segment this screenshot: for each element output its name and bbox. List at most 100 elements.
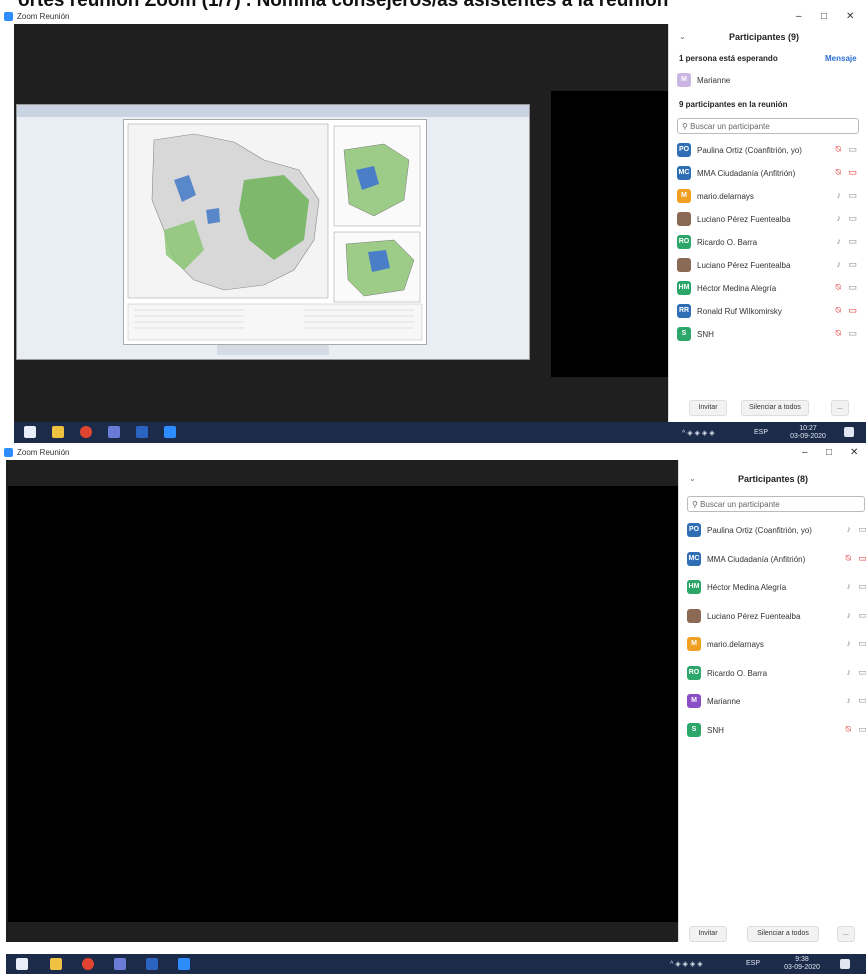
teams-icon[interactable] — [114, 958, 126, 970]
close-icon[interactable]: ✕ — [850, 447, 858, 458]
mute-all-button[interactable]: Silenciar a todos — [741, 400, 809, 416]
more-button[interactable]: ... — [831, 400, 849, 416]
participant-search-input[interactable]: ⚲ Buscar un participante — [677, 118, 859, 134]
file-explorer-icon[interactable] — [52, 426, 64, 438]
camera-icon[interactable]: ▭ — [858, 667, 866, 678]
viewer-navigation-bar[interactable] — [217, 345, 329, 355]
maximize-icon[interactable]: □ — [821, 11, 827, 22]
microphone-icon[interactable]: ♪ — [837, 259, 842, 269]
microphone-icon[interactable]: ♪ — [847, 695, 852, 705]
teams-icon[interactable] — [108, 426, 120, 438]
microphone-icon[interactable]: ♪ — [837, 213, 842, 223]
participant-row[interactable]: Luciano Pérez Fuentealba ♪ ▭ — [677, 257, 859, 275]
microphone-muted-icon[interactable]: ⍉ — [836, 328, 841, 339]
microphone-icon[interactable]: ♪ — [847, 610, 852, 620]
camera-icon[interactable]: ▭ — [848, 236, 857, 247]
camera-icon[interactable]: ▭ — [848, 213, 857, 224]
microphone-icon[interactable]: ♪ — [847, 581, 852, 591]
participant-row[interactable]: Luciano Pérez Fuentealba ♪ ▭ — [687, 608, 866, 626]
avatar: M — [687, 637, 701, 651]
camera-icon[interactable]: ▭ — [848, 190, 857, 201]
participant-row[interactable]: PO Paulina Ortiz (Coanfitrión, yo) ♪ ▭ — [687, 522, 866, 540]
camera-icon[interactable]: ▭ — [848, 282, 857, 293]
avatar — [687, 608, 701, 623]
notifications-icon[interactable] — [844, 427, 854, 437]
microphone-muted-icon[interactable]: ⍉ — [846, 724, 851, 735]
notifications-icon[interactable] — [840, 959, 850, 969]
participant-row[interactable]: M Marianne ♪ ▭ — [687, 693, 866, 711]
taskbar-clock[interactable]: 9:38 03-09-2020 — [784, 956, 820, 972]
participant-search-input[interactable]: ⚲ Buscar un participante — [687, 496, 865, 512]
microphone-icon[interactable]: ♪ — [847, 667, 852, 677]
mute-all-button[interactable]: Silenciar a todos — [747, 926, 819, 942]
camera-icon[interactable]: ▭ — [848, 259, 857, 270]
minimize-icon[interactable]: – — [796, 11, 802, 22]
microphone-muted-icon[interactable]: ⍉ — [836, 167, 841, 178]
language-indicator[interactable]: ESP — [746, 960, 760, 967]
invite-button[interactable]: Invitar — [689, 400, 727, 416]
participant-row[interactable]: S SNH ⍉ ▭ — [677, 326, 859, 344]
participant-row[interactable]: MC MMA Ciudadanía (Anfitrión) ⍉ ▭ — [687, 551, 866, 569]
microphone-icon[interactable]: ♪ — [847, 638, 852, 648]
camera-off-icon[interactable]: ▭ — [858, 553, 866, 564]
participant-row[interactable]: RR Ronald Ruf Wilkomirsky ⍉ ▭ — [677, 303, 859, 321]
system-tray-icons[interactable]: ^ ◈ ◈ ◈ ◈ — [670, 960, 703, 968]
camera-icon[interactable]: ▭ — [858, 724, 866, 735]
search-placeholder: Buscar un participante — [690, 122, 770, 131]
windows-start-icon[interactable] — [24, 426, 36, 438]
camera-icon[interactable]: ▭ — [858, 695, 866, 706]
avatar: HM — [677, 281, 691, 295]
language-indicator[interactable]: ESP — [754, 429, 768, 436]
minimize-icon[interactable]: – — [802, 447, 808, 458]
system-tray-icons[interactable]: ^ ◈ ◈ ◈ ◈ — [682, 429, 715, 437]
maximize-icon[interactable]: □ — [826, 447, 832, 458]
close-icon[interactable]: ✕ — [846, 11, 854, 22]
camera-icon[interactable]: ▭ — [858, 524, 866, 535]
microphone-icon[interactable]: ♪ — [837, 190, 842, 200]
microphone-muted-icon[interactable]: ⍉ — [836, 305, 841, 316]
camera-icon[interactable]: ▭ — [848, 144, 857, 155]
video-area — [8, 486, 678, 922]
participant-row[interactable]: RO Ricardo O. Barra ♪ ▭ — [677, 234, 859, 252]
file-explorer-icon[interactable] — [50, 958, 62, 970]
participant-row[interactable]: PO Paulina Ortiz (Coanfitrión, yo) ⍉ ▭ — [677, 142, 859, 160]
participant-name: Paulina Ortiz (Coanfitrión, yo) — [697, 146, 802, 155]
invite-button[interactable]: Invitar — [689, 926, 727, 942]
participant-row[interactable]: MC MMA Ciudadanía (Anfitrión) ⍉ ▭ — [677, 165, 859, 183]
participant-row[interactable]: HM Héctor Medina Alegría ⍉ ▭ — [677, 280, 859, 298]
participant-row[interactable]: Mmario.delarnays ♪ ▭ — [687, 636, 866, 654]
participant-name: SNH — [697, 330, 714, 339]
zoom-taskbar-icon[interactable] — [178, 958, 190, 970]
zoom-screenshot-1: Zoom Reunión – □ ✕ ⌄ Participantes (9) 1… — [0, 10, 866, 445]
camera-icon[interactable]: ▭ — [848, 328, 857, 339]
window-title: Zoom Reunión — [17, 12, 70, 21]
microphone-icon[interactable]: ♪ — [837, 236, 842, 246]
participant-row[interactable]: Luciano Pérez Fuentealba ♪ ▭ — [677, 211, 859, 229]
windows-start-icon[interactable] — [16, 958, 28, 970]
microphone-icon[interactable]: ♪ — [847, 524, 852, 534]
participant-name: mario.delarnays — [697, 192, 754, 201]
chrome-icon[interactable] — [80, 426, 92, 438]
zoom-taskbar-icon[interactable] — [164, 426, 176, 438]
microphone-muted-icon[interactable]: ⍉ — [836, 282, 841, 293]
zoom-screenshot-2: Zoom Reunión – □ ✕ ⌄ Participantes (8) ⚲… — [0, 446, 866, 974]
word-icon[interactable] — [146, 958, 158, 970]
camera-icon[interactable]: ▭ — [858, 610, 866, 621]
participant-row[interactable]: S SNH ⍉ ▭ — [687, 722, 866, 740]
participant-row[interactable]: HM Héctor Medina Alegría ♪ ▭ — [687, 579, 866, 597]
chrome-icon[interactable] — [82, 958, 94, 970]
participant-name: Ricardo O. Barra — [707, 668, 768, 678]
camera-off-icon[interactable]: ▭ — [848, 305, 857, 316]
microphone-muted-icon[interactable]: ⍉ — [836, 144, 841, 155]
taskbar-clock[interactable]: 10:27 03-09-2020 — [790, 425, 826, 441]
camera-off-icon[interactable]: ▭ — [848, 167, 857, 178]
message-button[interactable]: Mensaje — [825, 54, 857, 63]
camera-icon[interactable]: ▭ — [858, 581, 866, 592]
more-button[interactable]: ... — [837, 926, 855, 942]
word-icon[interactable] — [136, 426, 148, 438]
avatar: PO — [677, 143, 691, 157]
microphone-muted-icon[interactable]: ⍉ — [846, 553, 851, 564]
participant-row[interactable]: RO Ricardo O. Barra ♪ ▭ — [687, 665, 866, 683]
camera-icon[interactable]: ▭ — [858, 638, 866, 649]
participant-row[interactable]: Mmario.delarnays ♪ ▭ — [677, 188, 859, 206]
